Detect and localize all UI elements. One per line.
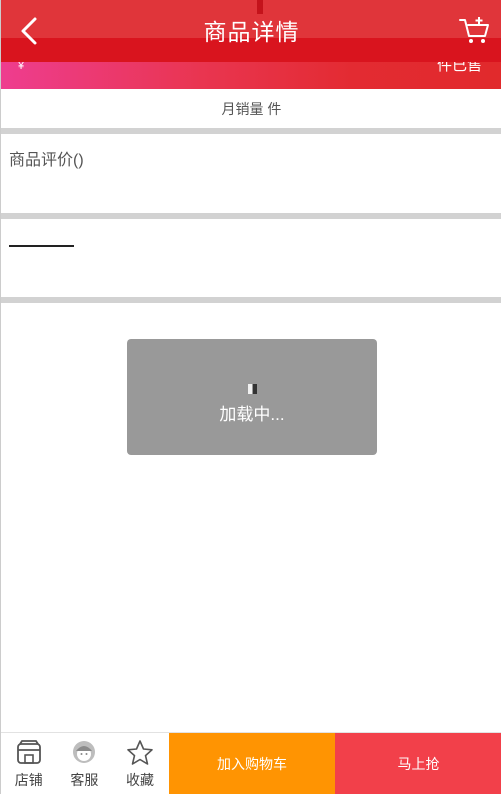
section-divider xyxy=(1,128,501,134)
reviews-title[interactable]: 商品评价() xyxy=(9,146,84,170)
customer-service-icon xyxy=(73,741,96,763)
favorite-button[interactable]: 收藏 xyxy=(112,733,168,794)
bottom-action-bar: 店铺 客服 收藏 加入购物车 马上抢 xyxy=(1,732,501,794)
cart-button[interactable] xyxy=(458,14,492,48)
customer-service-button[interactable]: 客服 xyxy=(57,733,113,794)
currency-symbol: ¥ xyxy=(18,62,25,72)
store-icon xyxy=(16,740,41,764)
header-notch xyxy=(257,0,263,14)
favorite-label: 收藏 xyxy=(125,772,154,788)
price-promo-strip: ¥ 件已售 xyxy=(1,62,501,89)
add-to-cart-button[interactable]: 加入购物车 xyxy=(169,733,335,794)
star-icon xyxy=(127,740,153,765)
product-detail-page: 商品详情 ¥ 件已售 月销量 件 商品评价() 加载中... 店铺 客服 收藏 … xyxy=(0,0,501,794)
chevron-left-icon xyxy=(21,17,37,45)
spinner-icon xyxy=(247,383,257,394)
page-title: 商品详情 xyxy=(203,19,300,45)
monthly-sales: 月销量 件 xyxy=(221,100,282,117)
store-button[interactable]: 店铺 xyxy=(1,733,57,794)
sold-count-label: 件已售 xyxy=(436,62,482,74)
loading-text: 加载中... xyxy=(219,404,285,424)
customer-service-label: 客服 xyxy=(70,772,99,788)
back-button[interactable] xyxy=(15,14,45,48)
header-bar: 商品详情 xyxy=(1,0,501,62)
active-tab-indicator xyxy=(9,245,74,247)
cart-add-icon xyxy=(459,17,489,43)
section-divider xyxy=(1,213,501,219)
section-divider xyxy=(1,297,501,303)
loading-toast: 加载中... xyxy=(127,339,377,455)
buy-now-button[interactable]: 马上抢 xyxy=(335,733,501,794)
store-label: 店铺 xyxy=(14,772,43,788)
